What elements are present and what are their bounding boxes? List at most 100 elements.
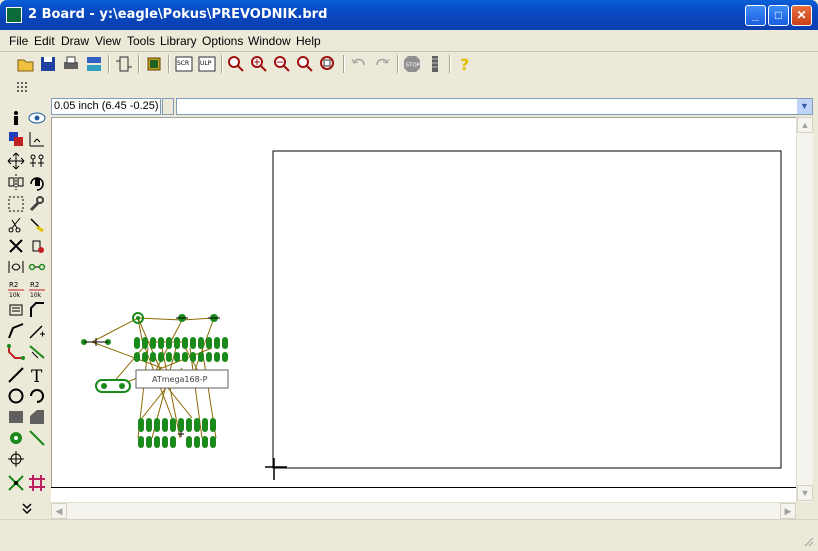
scroll-down-icon[interactable]: ▼ bbox=[797, 485, 813, 501]
title-bar: 2 Board - y:\eagle\Pokus\PREVODNIK.brd _… bbox=[0, 0, 818, 30]
svg-text:T: T bbox=[31, 367, 43, 385]
menu-options[interactable]: Options bbox=[202, 34, 243, 48]
more-tools-chevron-icon[interactable] bbox=[17, 498, 37, 518]
delete-cursor-icon[interactable] bbox=[27, 215, 47, 235]
coordinate-display: 0.05 inch (6.45 -0.25) bbox=[51, 98, 161, 115]
horizontal-scrollbar[interactable]: ◀ ▶ bbox=[51, 502, 796, 519]
polygon-icon[interactable] bbox=[27, 407, 47, 427]
zoom-fit-icon[interactable] bbox=[226, 54, 246, 74]
display-layers-icon[interactable] bbox=[6, 129, 26, 149]
paste-scissors-icon[interactable] bbox=[6, 215, 26, 235]
board-outline bbox=[272, 150, 782, 469]
cam-processor-icon[interactable] bbox=[84, 54, 104, 74]
library-book-icon[interactable] bbox=[144, 54, 164, 74]
main-toolbar: SCR ULP STOP ? bbox=[0, 52, 818, 76]
menu-file[interactable]: File bbox=[9, 34, 28, 48]
menu-draw[interactable]: Draw bbox=[61, 34, 89, 48]
maximize-button[interactable]: □ bbox=[768, 5, 789, 26]
ic-top-pads bbox=[134, 337, 228, 349]
hole-icon[interactable] bbox=[6, 449, 26, 469]
run-ulp-icon[interactable]: ULP bbox=[197, 54, 217, 74]
zoom-in-icon[interactable] bbox=[249, 54, 269, 74]
svg-text:?: ? bbox=[460, 55, 469, 74]
svg-text:10k: 10k bbox=[9, 292, 21, 299]
save-icon[interactable] bbox=[38, 54, 58, 74]
svg-text:10k: 10k bbox=[30, 292, 42, 299]
via-icon[interactable] bbox=[6, 428, 26, 448]
scroll-left-icon[interactable]: ◀ bbox=[51, 503, 67, 519]
board-canvas[interactable]: ATmega168-P bbox=[51, 117, 796, 487]
svg-text:R2: R2 bbox=[30, 281, 39, 289]
svg-text:ULP: ULP bbox=[200, 60, 212, 67]
zoom-select-icon[interactable] bbox=[318, 54, 338, 74]
board-drawing: ATmega168-P bbox=[81, 150, 782, 480]
chip-label: ATmega168-P bbox=[152, 375, 208, 384]
origin-cross bbox=[265, 458, 287, 480]
go-icon[interactable] bbox=[425, 54, 445, 74]
signal-icon[interactable] bbox=[27, 428, 47, 448]
redo-icon[interactable] bbox=[372, 54, 392, 74]
chevron-down-icon[interactable]: ▼ bbox=[797, 99, 812, 114]
group-select-icon[interactable] bbox=[6, 194, 26, 214]
svg-text:STOP: STOP bbox=[406, 63, 421, 69]
menu-edit[interactable]: Edit bbox=[34, 34, 55, 48]
svg-text:SCR: SCR bbox=[177, 60, 189, 67]
optimize-icon[interactable] bbox=[27, 321, 47, 341]
vertical-scrollbar[interactable]: ▲ ▼ bbox=[796, 117, 813, 502]
split-icon[interactable] bbox=[6, 321, 26, 341]
print-icon[interactable] bbox=[61, 54, 81, 74]
delete-x-icon[interactable] bbox=[6, 236, 26, 256]
pinswap-icon[interactable] bbox=[6, 257, 26, 277]
svg-text:R2: R2 bbox=[9, 281, 18, 289]
parameter-toolbar bbox=[0, 76, 818, 96]
ratsnest-icon[interactable] bbox=[6, 473, 26, 493]
menu-window[interactable]: Window bbox=[248, 34, 291, 48]
grid-dots-icon[interactable] bbox=[14, 78, 34, 98]
rotate-icon[interactable] bbox=[27, 172, 47, 192]
zoom-redraw-icon[interactable] bbox=[295, 54, 315, 74]
add-part-icon[interactable] bbox=[27, 236, 47, 256]
replace-icon[interactable] bbox=[27, 257, 47, 277]
autorouter-icon[interactable] bbox=[27, 473, 47, 493]
copy-icon[interactable] bbox=[27, 151, 47, 171]
open-icon[interactable] bbox=[16, 54, 36, 74]
scroll-up-icon[interactable]: ▲ bbox=[797, 117, 813, 133]
help-icon[interactable]: ? bbox=[455, 54, 475, 74]
layer-indicator bbox=[162, 98, 174, 115]
change-wrench-icon[interactable] bbox=[27, 194, 47, 214]
route-icon[interactable] bbox=[6, 342, 26, 362]
info-icon[interactable] bbox=[6, 108, 26, 128]
menu-view[interactable]: View bbox=[95, 34, 121, 48]
circle-icon[interactable] bbox=[6, 386, 26, 406]
mark-icon[interactable] bbox=[27, 129, 47, 149]
undo-icon[interactable] bbox=[349, 54, 369, 74]
menu-library[interactable]: Library bbox=[160, 34, 197, 48]
resize-grip-icon[interactable] bbox=[802, 535, 814, 547]
ripup-icon[interactable] bbox=[27, 342, 47, 362]
command-line-input[interactable]: ▼ bbox=[176, 98, 813, 115]
miter-icon[interactable] bbox=[27, 300, 47, 320]
arc-icon[interactable] bbox=[27, 386, 47, 406]
wire-icon[interactable] bbox=[6, 365, 26, 385]
switch-schematic-icon[interactable] bbox=[114, 54, 134, 74]
menu-tools[interactable]: Tools bbox=[127, 34, 155, 48]
menu-help[interactable]: Help bbox=[296, 34, 321, 48]
stop-icon[interactable]: STOP bbox=[402, 54, 422, 74]
smash-icon[interactable] bbox=[6, 300, 26, 320]
command-toolbar: R2 10k R2 10k T bbox=[0, 98, 50, 518]
name-r2-icon[interactable]: R2 10k bbox=[6, 279, 26, 299]
text-icon[interactable]: T bbox=[27, 365, 47, 387]
value-r2-icon[interactable]: R2 10k bbox=[27, 279, 47, 299]
scroll-right-icon[interactable]: ▶ bbox=[780, 503, 796, 519]
menu-bar: File Edit Draw View Tools Library Option… bbox=[0, 30, 818, 52]
script-scr-icon[interactable]: SCR bbox=[174, 54, 194, 74]
eagle-app-icon bbox=[6, 7, 22, 23]
close-button[interactable]: ✕ bbox=[791, 5, 812, 26]
show-eye-icon[interactable] bbox=[27, 108, 47, 128]
status-bar bbox=[0, 519, 818, 551]
mirror-icon[interactable] bbox=[6, 172, 26, 192]
rect-icon[interactable] bbox=[6, 407, 26, 427]
minimize-button[interactable]: _ bbox=[745, 5, 766, 26]
zoom-out-icon[interactable] bbox=[272, 54, 292, 74]
move-icon[interactable] bbox=[6, 151, 26, 171]
